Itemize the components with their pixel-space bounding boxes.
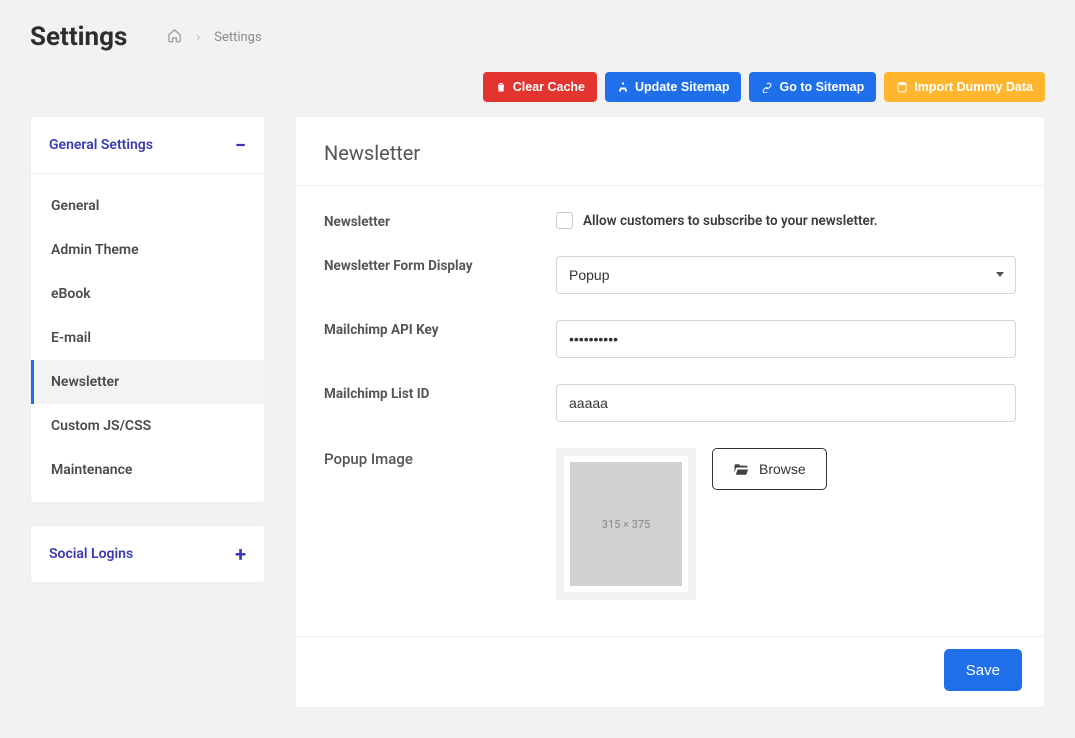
newsletter-checkbox-label: Allow customers to subscribe to your new… [583, 213, 878, 229]
folder-open-icon [733, 463, 749, 476]
plus-icon: + [235, 542, 246, 566]
sidebar-item-admin-theme[interactable]: Admin Theme [31, 228, 264, 272]
sidebar-item-general[interactable]: General [31, 184, 264, 228]
accordion-header-social[interactable]: Social Logins + [31, 526, 264, 582]
minus-icon: − [235, 133, 246, 157]
sitemap-icon [617, 81, 629, 93]
popup-image-label: Popup Image [324, 448, 524, 468]
database-icon [896, 81, 908, 93]
browse-button[interactable]: Browse [712, 448, 827, 490]
clear-cache-button[interactable]: Clear Cache [483, 72, 597, 102]
home-icon[interactable] [167, 28, 182, 47]
toolbar: Clear Cache Update Sitemap Go to Sitemap… [0, 60, 1075, 116]
trash-icon [495, 81, 507, 93]
update-sitemap-button[interactable]: Update Sitemap [605, 72, 741, 102]
go-to-sitemap-button[interactable]: Go to Sitemap [749, 72, 876, 102]
list-id-input[interactable] [556, 384, 1016, 422]
api-key-label: Mailchimp API Key [324, 320, 524, 338]
chevron-right-icon: › [196, 30, 200, 45]
api-key-input[interactable] [556, 320, 1016, 358]
breadcrumb: › Settings [167, 28, 261, 47]
import-dummy-button[interactable]: Import Dummy Data [884, 72, 1045, 102]
form-display-select[interactable]: Popup [556, 256, 1016, 294]
sidebar-item-email[interactable]: E-mail [31, 316, 264, 360]
link-icon [761, 81, 773, 93]
sidebar-item-maintenance[interactable]: Maintenance [31, 448, 264, 492]
section-title: Newsletter [324, 141, 1016, 165]
save-button[interactable]: Save [944, 649, 1022, 691]
list-id-label: Mailchimp List ID [324, 384, 524, 402]
accordion-header-general[interactable]: General Settings − [31, 117, 264, 174]
sidebar-item-ebook[interactable]: eBook [31, 272, 264, 316]
placeholder-dimensions: 315 × 375 [570, 462, 682, 586]
sidebar-group-social: Social Logins + [30, 525, 265, 583]
page-title: Settings [30, 22, 127, 52]
newsletter-label: Newsletter [324, 212, 524, 230]
breadcrumb-current: Settings [214, 30, 261, 45]
sidebar-group-general: General Settings − General Admin Theme e… [30, 116, 265, 503]
newsletter-checkbox[interactable] [556, 212, 573, 229]
form-display-label: Newsletter Form Display [324, 256, 524, 274]
settings-card: Newsletter Newsletter Allow customers to… [295, 116, 1045, 708]
sidebar-item-newsletter[interactable]: Newsletter [31, 360, 264, 404]
sidebar-item-custom-js-css[interactable]: Custom JS/CSS [31, 404, 264, 448]
popup-image-preview: 315 × 375 [556, 448, 696, 600]
